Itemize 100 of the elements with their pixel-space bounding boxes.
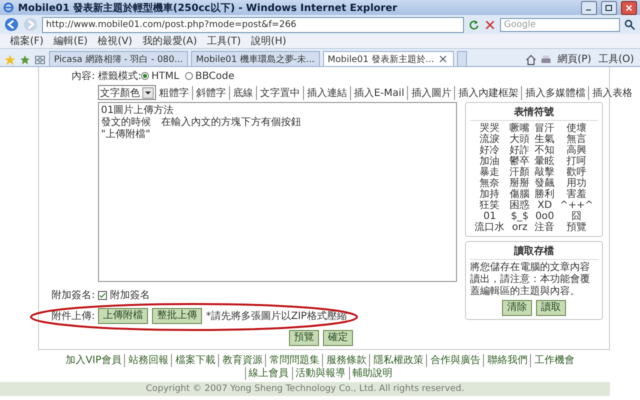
emoticon-link[interactable]: 冒汗: [534, 123, 555, 134]
footer-link[interactable]: 檔案下載: [171, 354, 218, 367]
format-link[interactable]: 插入多媒體檔: [521, 86, 586, 100]
emoticon-link[interactable]: $_$: [510, 211, 530, 222]
menu-item[interactable]: 檢視(V): [94, 34, 136, 48]
upload-button[interactable]: 整批上傳: [152, 308, 202, 324]
footer-link[interactable]: 合作與廣告: [426, 354, 484, 367]
emoticon-link[interactable]: 流淚: [474, 134, 505, 145]
menu-item[interactable]: 檔案(F): [6, 34, 48, 48]
tab-list-icon[interactable]: [34, 54, 46, 66]
emoticon-link[interactable]: 噘嘴: [510, 123, 530, 134]
emoticon-link[interactable]: 暴走: [474, 167, 505, 178]
panel-button[interactable]: 讀取: [536, 300, 566, 316]
footer-link[interactable]: 輔助說明: [348, 367, 396, 380]
footer-link[interactable]: 工作機會: [530, 354, 578, 367]
address-field[interactable]: http://www.mobile01.com/post.php?mode=post&f=266: [42, 16, 464, 32]
home-icon[interactable]: [525, 54, 538, 66]
panel-button[interactable]: 清除: [502, 300, 532, 316]
footer-link[interactable]: 活動與報導: [292, 367, 348, 380]
minimize-button[interactable]: [581, 0, 597, 14]
emoticon-link[interactable]: 無言: [560, 134, 594, 145]
upload-button[interactable]: 上傳附檔: [98, 308, 148, 324]
footer-link[interactable]: 常問問題集: [265, 354, 322, 367]
emoticon-link[interactable]: 暈眩: [534, 156, 555, 167]
format-link[interactable]: 插入內建框架: [454, 86, 518, 100]
star-icon[interactable]: [4, 54, 16, 66]
menu-item[interactable]: 我的最愛(A): [138, 34, 201, 48]
format-link[interactable]: 底線: [229, 86, 253, 100]
emoticon-link[interactable]: 01: [474, 211, 505, 222]
browser-tab[interactable]: Picasa 網路相簿 - 羽白 - 080...: [49, 51, 188, 66]
stop-icon[interactable]: [484, 18, 496, 30]
emoticon-link[interactable]: 預覽: [560, 222, 594, 233]
footer-link[interactable]: 站務回報: [124, 354, 172, 367]
emoticon-link[interactable]: 注音: [534, 222, 555, 233]
emoticon-link[interactable]: 生氣: [534, 134, 555, 145]
footer-link[interactable]: 服務條款: [322, 354, 370, 367]
emoticon-link[interactable]: 敲擊: [534, 167, 555, 178]
emoticon-link[interactable]: 勝利: [534, 189, 555, 200]
emoticon-link[interactable]: 好冷: [474, 145, 505, 156]
footer-link[interactable]: 加入VIP會員: [62, 354, 124, 367]
emoticon-link[interactable]: 汗顏: [510, 167, 530, 178]
refresh-icon[interactable]: [468, 18, 480, 30]
emoticon-link[interactable]: ^++^: [560, 200, 594, 211]
format-link[interactable]: 插入圖片: [407, 86, 452, 100]
radio-option[interactable]: BBCode: [185, 70, 234, 82]
close-button[interactable]: [621, 0, 637, 14]
add-favorite-icon[interactable]: [19, 54, 31, 66]
color-dropdown[interactable]: 文字顏色: [98, 85, 156, 100]
command-menu[interactable]: 網頁(P): [555, 52, 594, 66]
format-link[interactable]: 插入連結: [303, 86, 347, 100]
format-link[interactable]: 粗體字: [159, 86, 189, 100]
menu-item[interactable]: 編輯(E): [50, 34, 92, 48]
printer-icon[interactable]: [540, 54, 552, 66]
emoticon-link[interactable]: 囧: [560, 211, 594, 222]
submit-button[interactable]: 預覽: [289, 330, 319, 346]
menu-item[interactable]: 說明(H): [246, 34, 290, 48]
emoticon-link[interactable]: orz: [510, 222, 530, 233]
emoticon-link[interactable]: 鬱卒: [510, 156, 530, 167]
browser-tab[interactable]: Mobile01 發表新主題於...: [322, 51, 454, 66]
emoticon-link[interactable]: 歡呼: [560, 167, 594, 178]
format-link[interactable]: 插入E-Mail: [350, 86, 404, 100]
emoticon-link[interactable]: 好詐: [510, 145, 530, 156]
emoticon-link[interactable]: 困惑: [510, 200, 530, 211]
menu-item[interactable]: 工具(T): [203, 34, 245, 48]
emoticon-link[interactable]: 流口水: [474, 222, 505, 233]
format-link[interactable]: 文字置中: [256, 86, 300, 100]
close-icon[interactable]: [437, 53, 450, 65]
emoticon-link[interactable]: 大頭: [510, 134, 530, 145]
command-menu[interactable]: 工具(O): [596, 52, 636, 66]
footer-link[interactable]: 聯絡我們: [483, 354, 530, 367]
footer-link[interactable]: 隱私權政策: [369, 354, 426, 367]
emoticon-link[interactable]: 不知: [534, 145, 555, 156]
footer-link[interactable]: 線上會員: [244, 367, 292, 380]
emoticon-link[interactable]: 用功: [560, 178, 594, 189]
emoticon-link[interactable]: 狂笑: [474, 200, 505, 211]
submit-button[interactable]: 確定: [323, 330, 353, 346]
footer-link[interactable]: 教育資源: [218, 354, 266, 367]
emoticon-link[interactable]: 打呵: [560, 156, 594, 167]
emoticon-link[interactable]: 使壞: [560, 123, 594, 134]
emoticon-link[interactable]: 0o0: [534, 211, 555, 222]
emoticon-link[interactable]: 掰掰: [510, 178, 530, 189]
emoticon-link[interactable]: 發飆: [534, 178, 555, 189]
text-editor[interactable]: 01圖片上傳方法 發文的時候 在輸入內文的方塊下方有個按鈕 "上傳附檔": [98, 102, 457, 282]
maximize-button[interactable]: [601, 0, 617, 14]
radio-option[interactable]: HTML: [141, 70, 180, 82]
browser-tab[interactable]: Mobile01 機車環島之夢-未...: [190, 51, 320, 66]
emoticon-link[interactable]: XD: [534, 200, 555, 211]
search-icon[interactable]: [624, 18, 636, 30]
emoticon-link[interactable]: 無奈: [474, 178, 505, 189]
format-link[interactable]: 斜體字: [192, 86, 226, 100]
emoticon-link[interactable]: 高興: [560, 145, 594, 156]
emoticon-link[interactable]: 加油: [474, 156, 505, 167]
emoticon-link[interactable]: 加持: [474, 189, 505, 200]
back-icon[interactable]: [4, 17, 19, 32]
emoticon-link[interactable]: 哭哭: [474, 123, 505, 134]
emoticon-link[interactable]: 害羞: [560, 189, 594, 200]
search-field[interactable]: Google: [500, 18, 620, 32]
format-link[interactable]: 插入表格: [588, 86, 632, 100]
emoticon-link[interactable]: 傷腦: [510, 189, 530, 200]
checkbox[interactable]: [98, 290, 107, 300]
